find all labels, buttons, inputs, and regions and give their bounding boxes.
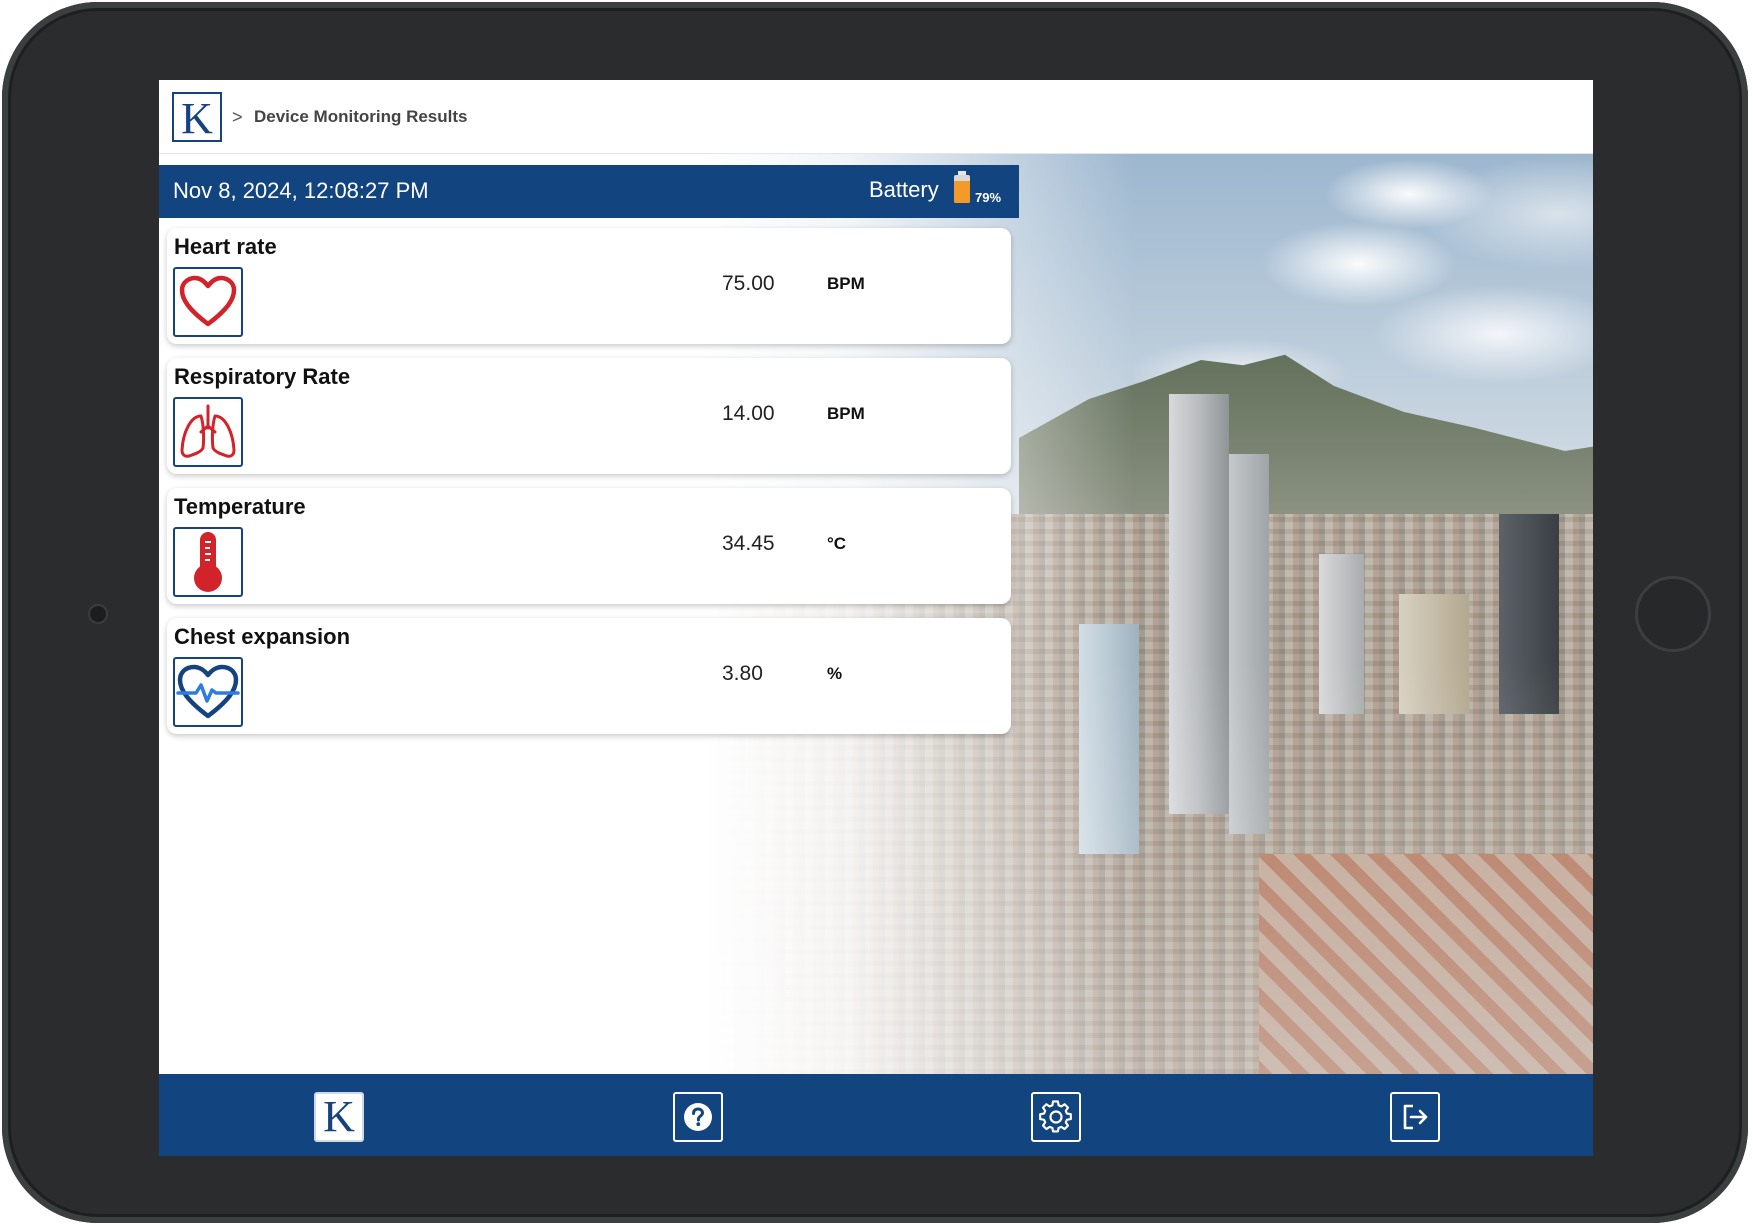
k-logo-icon: K: [323, 1092, 355, 1141]
help-button[interactable]: [673, 1092, 723, 1142]
logo-letter: K: [181, 94, 213, 143]
heart-pulse-icon: [173, 657, 243, 727]
battery-icon: [954, 171, 970, 203]
metric-title: Heart rate: [174, 234, 277, 259]
metric-title: Chest expansion: [174, 624, 351, 649]
metric-card-heart-rate: Heart rate 75.00 BPM: [167, 228, 1011, 344]
chevron-right-icon: >: [232, 107, 243, 127]
metric-value: 75.00: [722, 272, 775, 295]
tablet-frame: K > Device Monitoring Results Nov 8, 202…: [2, 2, 1748, 1223]
metric-title: Temperature: [174, 494, 306, 519]
metric-value: 3.80: [722, 662, 763, 685]
battery-label: Battery: [869, 177, 939, 202]
settings-button[interactable]: [1031, 1092, 1081, 1142]
logout-icon: [1403, 1104, 1428, 1130]
bottom-nav-bar: K: [159, 1074, 1593, 1156]
app-header: K > Device Monitoring Results: [159, 80, 1593, 154]
lungs-icon: [173, 397, 243, 467]
home-button[interactable]: K: [314, 1092, 364, 1142]
metric-unit: BPM: [827, 274, 865, 293]
battery-level-fill: [954, 180, 970, 203]
metric-unit: %: [827, 664, 843, 683]
metric-value: 14.00: [722, 402, 775, 425]
timestamp: Nov 8, 2024, 12:08:27 PM: [173, 178, 429, 203]
metric-unit: BPM: [827, 404, 865, 423]
battery-percent: 79%: [975, 190, 1002, 205]
thermometer-icon: [173, 527, 243, 597]
hardware-home-button[interactable]: [1635, 576, 1711, 652]
front-camera: [88, 604, 108, 624]
metric-value: 34.45: [722, 532, 775, 555]
app-logo[interactable]: K: [172, 92, 222, 143]
metric-card-temperature: Temperature 34.45 °C: [167, 488, 1011, 604]
heart-icon: [173, 267, 243, 337]
metric-unit: °C: [827, 534, 847, 553]
page-title: Device Monitoring Results: [254, 107, 468, 126]
metric-card-chest-expansion: Chest expansion 3.80 %: [167, 618, 1011, 734]
gear-icon: [1039, 1100, 1072, 1133]
logout-button[interactable]: [1390, 1092, 1440, 1142]
status-bar: Nov 8, 2024, 12:08:27 PM Battery 79%: [159, 165, 1019, 218]
metric-title: Respiratory Rate: [174, 364, 351, 389]
metric-card-respiratory-rate: Respiratory Rate 14.00 BPM: [167, 358, 1011, 474]
app-screen: K > Device Monitoring Results Nov 8, 202…: [159, 80, 1593, 1156]
help-icon: [684, 1103, 712, 1131]
